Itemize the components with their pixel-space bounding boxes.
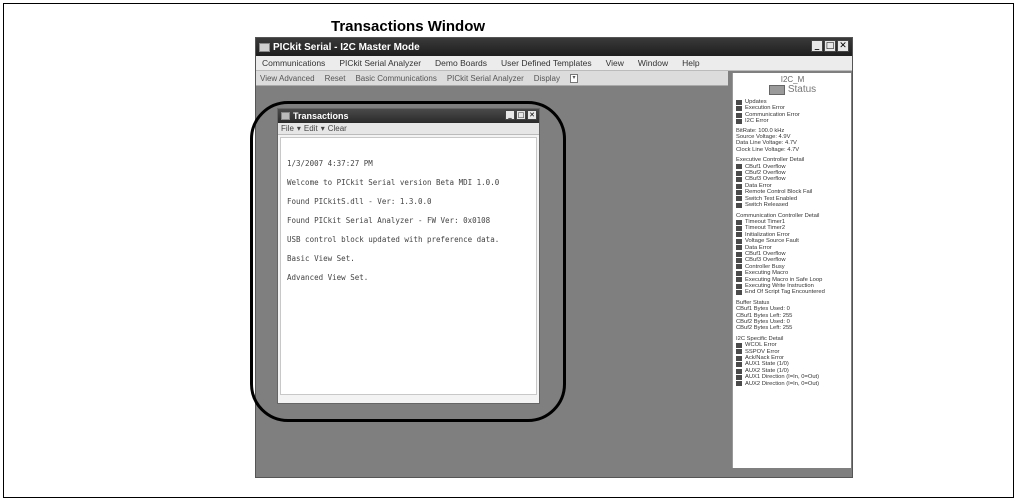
led-icon <box>736 290 742 296</box>
indicator-label: Switch Released <box>745 202 789 209</box>
menu-communications[interactable]: Communications <box>262 58 325 68</box>
led-icon <box>736 189 742 195</box>
app-icon <box>259 42 270 52</box>
menu-view[interactable]: View <box>606 58 624 68</box>
led-icon <box>736 374 742 380</box>
led-icon <box>736 362 742 368</box>
status-mode: I2C_M <box>780 75 805 84</box>
led-icon <box>736 277 742 283</box>
menu-help[interactable]: Help <box>682 58 699 68</box>
led-icon <box>736 106 742 112</box>
led-icon <box>736 99 742 105</box>
led-icon <box>736 177 742 183</box>
toolbar-display[interactable]: Display <box>534 74 560 83</box>
led-icon <box>736 283 742 289</box>
led-icon <box>736 219 742 225</box>
led-icon <box>736 258 742 264</box>
status-indicator: Switch Released <box>736 202 849 208</box>
led-icon <box>736 270 742 276</box>
led-icon <box>736 226 742 232</box>
led-icon <box>736 196 742 202</box>
led-icon <box>736 264 742 270</box>
app-menubar: Communications PICkit Serial Analyzer De… <box>256 56 852 71</box>
app-title: PICkit Serial - I2C Master Mode <box>273 41 420 53</box>
menu-user-defined-templates[interactable]: User Defined Templates <box>501 58 592 68</box>
menu-demo-boards[interactable]: Demo Boards <box>435 58 487 68</box>
led-icon <box>736 170 742 176</box>
indicator-label: I2C Error <box>745 118 769 125</box>
led-icon <box>736 164 742 170</box>
led-icon <box>736 368 742 374</box>
menu-window[interactable]: Window <box>638 58 668 68</box>
minimize-button[interactable]: _ <box>811 40 823 52</box>
callout-title: Transactions Window <box>331 18 486 35</box>
led-icon <box>736 245 742 251</box>
led-icon <box>736 251 742 257</box>
app-titlebar[interactable]: PICkit Serial - I2C Master Mode _ □ ✕ <box>256 38 852 56</box>
app-toolbar: View Advanced Reset Basic Communications… <box>256 71 728 86</box>
status-led-icon <box>768 84 785 95</box>
toolbar-dropdown-icon[interactable]: ▾ <box>570 73 578 83</box>
led-icon <box>736 381 742 387</box>
menu-pickit-serial-analyzer[interactable]: PICkit Serial Analyzer <box>339 58 421 68</box>
maximize-button[interactable]: □ <box>824 40 836 52</box>
led-icon <box>736 349 742 355</box>
toolbar-pickit-serial-analyzer[interactable]: PICkit Serial Analyzer <box>447 74 524 83</box>
close-button[interactable]: ✕ <box>837 40 849 52</box>
status-indicator: AUX2 Direction (I=In, 0=Out) <box>736 381 849 387</box>
led-icon <box>736 112 742 118</box>
toolbar-reset[interactable]: Reset <box>325 74 346 83</box>
status-header: Status <box>736 84 849 95</box>
callout-oval <box>250 101 566 422</box>
status-label: Status <box>787 84 817 95</box>
led-icon <box>736 183 742 189</box>
led-icon <box>736 238 742 244</box>
status-indicator: End Of Script Tag Encountered <box>736 289 849 295</box>
buffer-info: CBuf2 Bytes Left: 255 <box>736 325 793 332</box>
toolbar-view-advanced[interactable]: View Advanced <box>260 74 315 83</box>
app-window-controls: _ □ ✕ <box>811 40 849 52</box>
led-icon <box>736 118 742 124</box>
status-info: Clock Line Voltage: 4.7V <box>736 146 800 153</box>
status-panel: I2C_M Status Updates Execution Error Com… <box>732 73 851 468</box>
led-icon <box>736 342 742 348</box>
led-icon <box>736 232 742 238</box>
led-icon <box>736 355 742 361</box>
led-icon <box>736 202 742 208</box>
toolbar-basic-communications[interactable]: Basic Communications <box>355 74 436 83</box>
indicator-label: AUX2 Direction (I=In, 0=Out) <box>745 380 820 387</box>
indicator-label: End Of Script Tag Encountered <box>745 289 825 296</box>
